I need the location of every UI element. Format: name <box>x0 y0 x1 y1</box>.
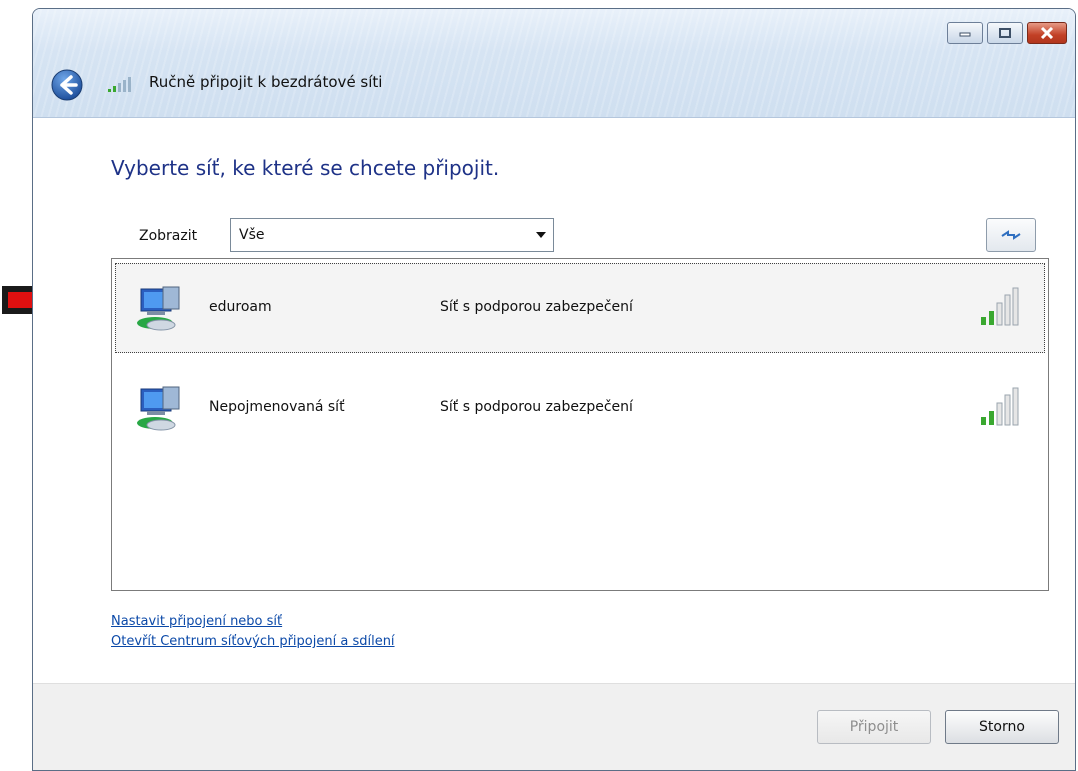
setup-connection-link[interactable]: Nastavit připojení nebo síť <box>111 612 395 632</box>
close-icon <box>1040 27 1054 39</box>
maximize-icon <box>999 28 1011 38</box>
button-bar: Připojit Storno <box>33 683 1075 770</box>
list-item[interactable]: Nepojmenovaná síť Síť s podporou zabezpe… <box>115 363 1045 453</box>
network-center-link[interactable]: Otevřít Centrum síťových připojení a sdí… <box>111 632 395 652</box>
network-security: Síť s podporou zabezpečení <box>440 399 633 415</box>
window-controls <box>947 22 1067 44</box>
window-title: Ručně připojit k bezdrátové síti <box>149 73 383 91</box>
filter-selected-value: Vše <box>239 227 265 243</box>
network-name: eduroam <box>209 299 272 315</box>
list-item[interactable]: eduroam Síť s podporou zabezpečení <box>115 263 1045 353</box>
signal-strength-icon <box>981 287 1019 326</box>
connect-button[interactable]: Připojit <box>817 710 931 744</box>
back-arrow-icon[interactable] <box>51 69 83 101</box>
dialog-window: Ručně připojit k bezdrátové síti Vyberte… <box>32 8 1076 771</box>
network-computer-icon <box>137 286 180 331</box>
network-name: Nepojmenovaná síť <box>209 399 345 415</box>
wireless-signal-icon <box>108 77 131 92</box>
page-heading: Vyberte síť, ke které se chcete připojit… <box>111 156 500 180</box>
network-list[interactable]: eduroam Síť s podporou zabezpečení Nepoj… <box>111 258 1049 591</box>
network-security: Síť s podporou zabezpečení <box>440 299 633 315</box>
cancel-button[interactable]: Storno <box>945 710 1059 744</box>
minimize-icon <box>959 32 971 37</box>
signal-strength-icon <box>981 387 1019 426</box>
maximize-button[interactable] <box>987 22 1023 44</box>
title-bar: Ručně připojit k bezdrátové síti <box>33 9 1075 118</box>
close-button[interactable] <box>1027 22 1067 44</box>
filter-label: Zobrazit <box>139 228 198 244</box>
chevron-down-icon <box>529 232 553 238</box>
main-content: Vyberte síť, ke které se chcete připojit… <box>33 118 1075 685</box>
refresh-icon <box>1001 230 1021 240</box>
minimize-button[interactable] <box>947 22 983 44</box>
refresh-button[interactable] <box>986 218 1036 252</box>
links-section: Nastavit připojení nebo síť Otevřít Cent… <box>111 612 395 652</box>
filter-dropdown[interactable]: Vše <box>230 218 554 252</box>
network-computer-icon <box>137 386 180 431</box>
